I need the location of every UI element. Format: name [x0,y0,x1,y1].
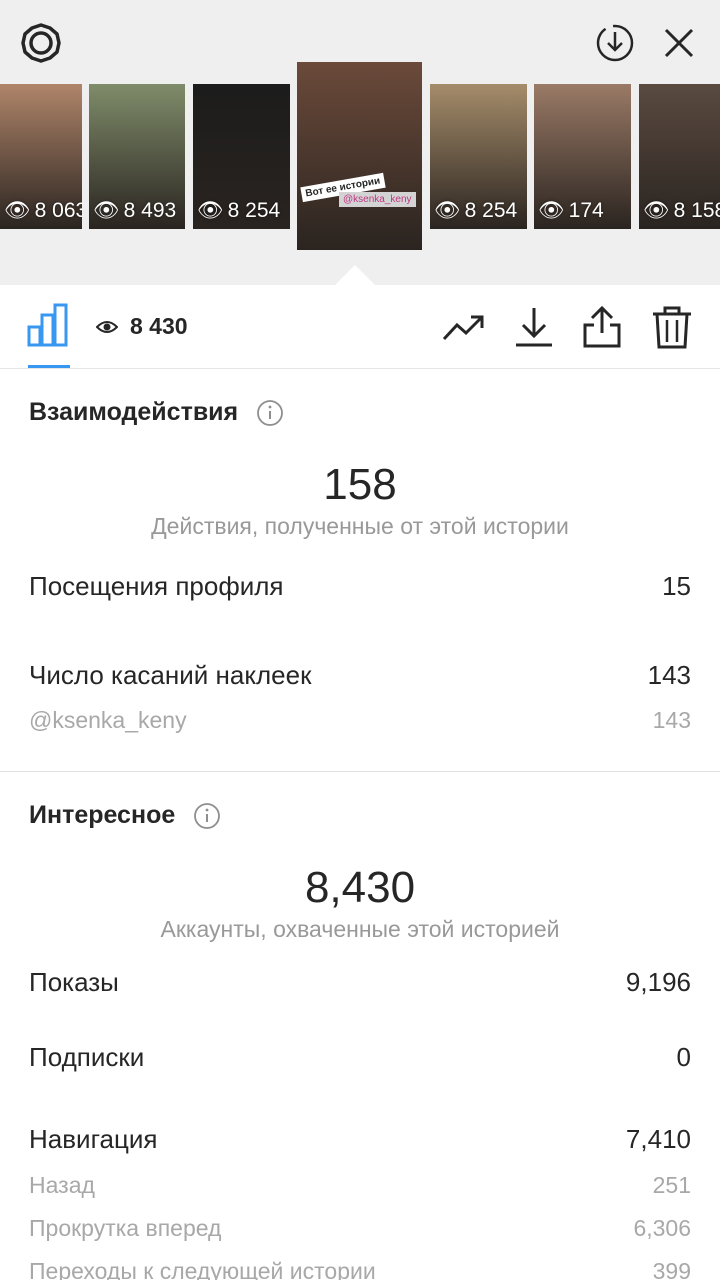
story-thumbnail[interactable]: 👁 8 493 [89,84,185,229]
settings-button[interactable] [18,20,64,66]
reach-label: Аккаунты, охваченные этой историей [160,916,560,942]
forward-row: Прокрутка вперед 6,306 [29,1215,691,1241]
insights-tab[interactable] [26,303,70,347]
share-button[interactable] [580,305,624,349]
download-icon [516,308,552,347]
impressions-row: Показы 9,196 [29,967,691,997]
eye-icon: 👁 [4,199,31,222]
story-preview-area: 👁 8 063 👁 8 493 👁 8 254 Вот ее истории @kse… [0,0,720,285]
navigation-row: Навигация 7,410 [29,1124,691,1154]
gear-icon [21,23,61,63]
profile-visits-row: Посещения профиля 15 [29,571,691,601]
mention-taps-row: @ksenka_keny 143 [29,707,691,733]
back-row: Назад 251 [29,1172,691,1198]
story-thumbnail[interactable]: 👁 174 [534,84,631,229]
story-views: 👁8 158 [643,199,720,222]
eye-icon: 👁 [434,199,461,222]
story-thumbnail-selected[interactable]: Вот ее истории @ksenka_keny [297,62,422,250]
eye-icon [96,320,118,333]
eye-icon: 👁 [643,199,670,222]
follows-row: Подписки 0 [29,1042,691,1072]
active-tab-indicator [28,365,70,368]
save-story-button[interactable] [592,20,638,66]
story-views: 👁 8 493 [93,199,177,222]
selection-pointer [335,265,375,285]
story-views: 👁 174 [538,199,604,222]
download-button[interactable] [512,305,556,349]
eye-icon: 👁 [197,199,224,222]
stories-strip[interactable]: 👁 8 063 👁 8 493 👁 8 254 Вот ее истории @kse… [0,62,720,254]
story-thumbnail[interactable]: 👁 8 063 [0,84,82,229]
eye-icon: 👁 [93,199,120,222]
reach-total: 8,430 [304,863,416,912]
eye-icon: 👁 [538,199,565,222]
info-icon[interactable] [256,399,284,427]
download-circle-icon [596,24,634,62]
section-divider [0,771,720,772]
interactions-title: Взаимодействия [29,398,284,427]
story-thumbnail[interactable]: 👁 8 254 [193,84,290,229]
info-icon[interactable] [193,802,221,830]
bar-chart-icon [27,303,68,347]
sticker-taps-row: Число касаний наклеек 143 [29,660,691,690]
next-story-row: Переходы к следующей истории 399 [29,1258,691,1280]
story-thumbnail[interactable]: 👁 8 254 [430,84,527,229]
story-thumbnail[interactable]: 👁8 158 [639,84,720,229]
delete-button[interactable] [650,305,694,349]
story-views: 👁 8 254 [197,199,281,222]
discovery-title: Интересное [29,801,221,830]
share-icon [583,305,621,348]
mention-sticker: @ksenka_keny [339,192,416,207]
trend-icon [442,315,484,341]
insights-toolbar: 8 430 [0,285,720,369]
close-icon [664,28,694,58]
story-views: 👁 8 254 [434,199,518,222]
interactions-total-label: Действия, полученные от этой истории [151,513,569,539]
promote-button[interactable] [442,305,486,349]
close-button[interactable] [656,20,702,66]
trash-icon [653,306,691,349]
interactions-total: 158 [323,460,397,509]
views-count: 8 430 [96,313,188,340]
story-views: 👁 8 063 [4,199,82,222]
